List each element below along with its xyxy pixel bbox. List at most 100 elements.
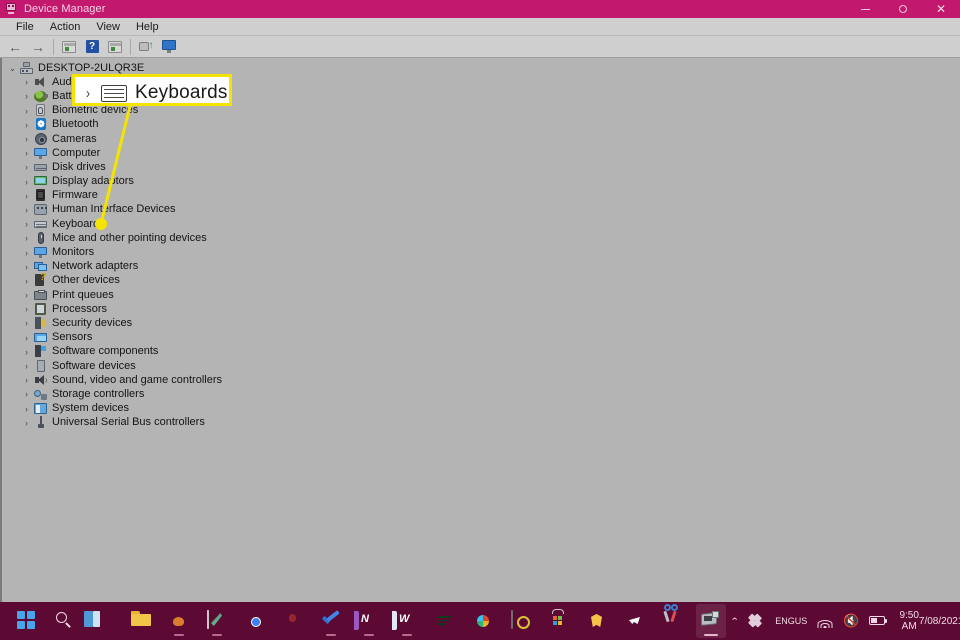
menu-file[interactable]: File	[8, 20, 42, 34]
tree-item-label: Disk drives	[52, 160, 106, 173]
tree-item-system-devices[interactable]: › System devices	[0, 402, 960, 416]
update-driver-button[interactable]: ↑	[135, 37, 157, 57]
chevron-right-icon[interactable]: ›	[21, 361, 32, 371]
chevron-right-icon[interactable]: ›	[21, 333, 32, 343]
tree-item-network-adapters[interactable]: › Network adapters	[0, 260, 960, 274]
chevron-down-icon[interactable]: ⌄	[7, 63, 18, 74]
chevron-right-icon[interactable]: ›	[21, 290, 32, 300]
file-explorer-button[interactable]	[126, 604, 156, 638]
menu-help[interactable]: Help	[128, 20, 167, 34]
chevron-right-icon[interactable]: ›	[21, 120, 32, 130]
dropbox-icon[interactable]	[748, 613, 765, 628]
todo-button[interactable]	[316, 604, 346, 638]
chevron-right-icon[interactable]: ›	[21, 304, 32, 314]
language-indicator[interactable]: ENG US	[775, 616, 807, 626]
slack-button[interactable]	[468, 604, 498, 638]
security-device-icon	[33, 316, 48, 330]
chevron-right-icon[interactable]: ›	[21, 404, 32, 414]
microsoft-store-button[interactable]	[544, 604, 574, 638]
chevron-right-icon[interactable]: ›	[21, 262, 32, 272]
brave-button[interactable]	[582, 604, 612, 638]
tree-item-computer[interactable]: › Computer	[0, 146, 960, 160]
search-icon	[55, 611, 75, 631]
device-manager-icon	[4, 2, 18, 16]
tree-item-disk-drives[interactable]: › Disk drives	[0, 160, 960, 174]
chevron-right-icon[interactable]: ›	[21, 318, 32, 328]
tray-overflow-button[interactable]: ⌃	[730, 615, 739, 626]
word-button[interactable]: W	[392, 604, 422, 638]
tree-item-bluetooth[interactable]: › ❁ Bluetooth	[0, 118, 960, 132]
taskbar: N W ⌃ ENG US 🔇 9:50 AM 7/08/2021	[0, 602, 960, 640]
menu-action[interactable]: Action	[42, 20, 89, 34]
edge-button[interactable]	[164, 604, 194, 638]
show-hidden-button[interactable]	[104, 37, 126, 57]
chevron-right-icon[interactable]: ›	[21, 233, 32, 243]
firefox-button[interactable]	[278, 604, 308, 638]
chevron-right-icon[interactable]: ›	[21, 219, 32, 229]
tree-item-hid[interactable]: › Human Interface Devices	[0, 203, 960, 217]
telegram-button[interactable]	[620, 604, 650, 638]
chevron-right-icon[interactable]: ›	[21, 106, 32, 116]
chevron-right-icon[interactable]: ›	[21, 375, 32, 385]
chevron-right-icon[interactable]: ›	[21, 191, 32, 201]
tree-item-other-devices[interactable]: › ? Other devices	[0, 273, 960, 288]
menu-view[interactable]: View	[88, 20, 128, 34]
tree-item-security-devices[interactable]: › Security devices	[0, 316, 960, 330]
chevron-right-icon[interactable]: ›	[78, 85, 99, 102]
tree-item-mice[interactable]: › Mice and other pointing devices	[0, 231, 960, 245]
tree-item-monitors[interactable]: › Monitors	[0, 245, 960, 259]
chevron-right-icon[interactable]: ›	[21, 205, 32, 215]
volume-button[interactable]: 🔇	[843, 613, 859, 629]
tree-item-storage-controllers[interactable]: › Storage controllers	[0, 387, 960, 401]
keyboard-icon	[101, 84, 127, 102]
tree-item-processors[interactable]: › Processors	[0, 302, 960, 316]
help-button[interactable]: ?	[81, 37, 103, 57]
tree-item-print-queues[interactable]: › Print queues	[0, 288, 960, 302]
callout-keyboards-row[interactable]: › Keyboards	[75, 80, 229, 103]
forward-button[interactable]: →	[27, 37, 49, 57]
back-button[interactable]: ←	[4, 37, 26, 57]
sticky-notes-button[interactable]	[202, 604, 232, 638]
tree-item-keyboards[interactable]: › Keyboards	[0, 217, 960, 231]
chevron-right-icon[interactable]: ›	[21, 134, 32, 144]
chevron-right-icon[interactable]: ›	[21, 389, 32, 399]
device-tree[interactable]: ⌄ DESKTOP-2ULQR3E › Audio inputs and out…	[0, 58, 960, 430]
chevron-right-icon[interactable]: ›	[21, 77, 32, 87]
tree-item-software-components[interactable]: › Software components	[0, 345, 960, 359]
tree-item-sensors[interactable]: › Sensors	[0, 331, 960, 345]
chevron-right-icon[interactable]: ›	[21, 148, 32, 158]
wifi-button[interactable]	[817, 615, 833, 628]
search-button[interactable]	[50, 604, 80, 638]
dark-app-button[interactable]	[506, 604, 536, 638]
maximize-button[interactable]	[884, 0, 922, 18]
tree-item-firmware[interactable]: › Firmware	[0, 189, 960, 203]
battery-button[interactable]	[869, 615, 889, 627]
onenote-button[interactable]: N	[354, 604, 384, 638]
start-button[interactable]	[12, 604, 42, 638]
chevron-right-icon[interactable]: ›	[21, 177, 32, 187]
checkmark-icon	[321, 610, 341, 631]
chevron-right-icon[interactable]: ›	[21, 276, 32, 286]
tree-item-software-devices[interactable]: › Software devices	[0, 359, 960, 373]
chevron-right-icon[interactable]: ›	[21, 418, 32, 428]
snipping-tool-button[interactable]	[658, 604, 688, 638]
minimize-button[interactable]	[846, 0, 884, 18]
chevron-right-icon[interactable]: ›	[21, 91, 32, 101]
tree-item-cameras[interactable]: › Cameras	[0, 132, 960, 146]
chevron-right-icon[interactable]: ›	[21, 248, 32, 258]
task-view-button[interactable]	[84, 604, 118, 638]
tree-item-display-adaptors[interactable]: › Display adaptors	[0, 175, 960, 189]
tree-item-sound-video-game[interactable]: › Sound, video and game controllers	[0, 373, 960, 387]
clock[interactable]: 9:50 AM 7/08/2021	[899, 610, 960, 632]
chevron-right-icon[interactable]: ›	[21, 162, 32, 172]
tree-item-usb-controllers[interactable]: › Universal Serial Bus controllers	[0, 416, 960, 430]
properties-button[interactable]	[58, 37, 80, 57]
spotify-button[interactable]	[430, 604, 460, 638]
chrome-button[interactable]	[240, 604, 270, 638]
chevron-right-icon[interactable]: ›	[21, 347, 32, 357]
monitor-icon	[33, 246, 48, 259]
device-manager-button[interactable]	[696, 604, 726, 638]
scissors-icon	[663, 604, 683, 631]
scan-hardware-button[interactable]	[158, 37, 180, 57]
close-button[interactable]: ✕	[922, 0, 960, 18]
